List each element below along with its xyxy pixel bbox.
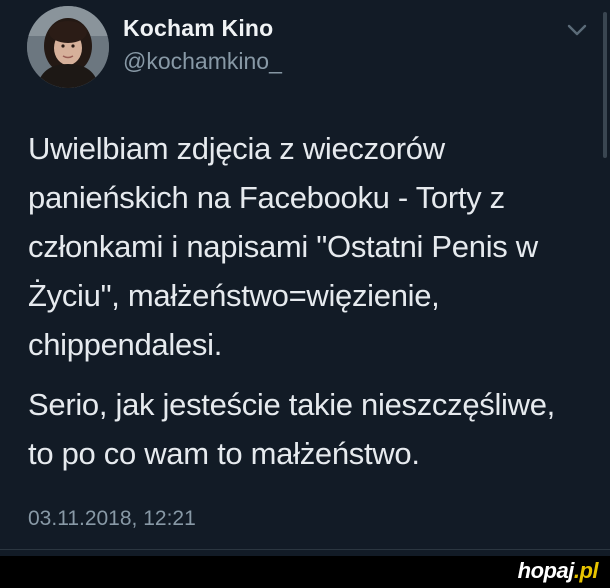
tweet-timestamp[interactable]: 03.11.2018, 12:21	[28, 506, 196, 532]
chevron-down-icon[interactable]	[566, 22, 588, 38]
divider	[0, 549, 610, 550]
author-handle[interactable]: @kochamkino_	[123, 46, 282, 76]
scrollbar[interactable]	[603, 12, 607, 158]
author-display-name[interactable]: Kocham Kino	[123, 14, 282, 42]
watermark-name: hopaj	[517, 558, 575, 583]
tweet-card: Kocham Kino @kochamkino_ Uwielbiam zdjęc…	[0, 0, 610, 556]
avatar[interactable]	[27, 6, 109, 88]
tweet-paragraph: Serio, jak jesteście takie nieszczęśliwe…	[28, 387, 555, 471]
tweet-text: Uwielbiam zdjęcia z wieczorów panieńskic…	[28, 124, 596, 478]
watermark-tld: .pl	[573, 558, 599, 583]
profile-photo-icon	[27, 6, 109, 88]
tweet-author: Kocham Kino @kochamkino_	[123, 14, 282, 76]
watermark-logo: hopaj.pl	[517, 558, 599, 584]
tweet-paragraph: Uwielbiam zdjęcia z wieczorów panieńskic…	[28, 131, 538, 362]
screenshot-frame: Kocham Kino @kochamkino_ Uwielbiam zdjęc…	[0, 0, 610, 588]
